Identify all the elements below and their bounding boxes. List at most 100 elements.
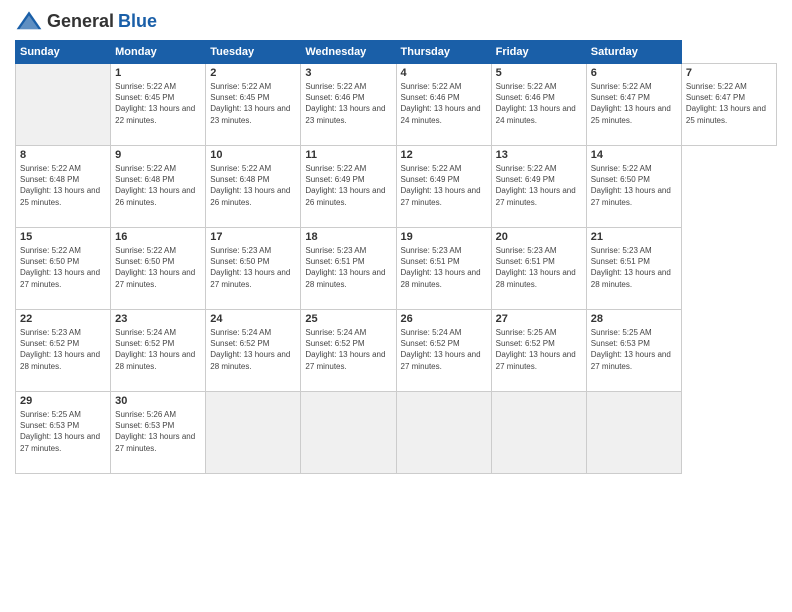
- calendar-cell: 8 Sunrise: 5:22 AMSunset: 6:48 PMDaylight…: [16, 146, 111, 228]
- day-number: 4: [401, 67, 487, 79]
- calendar-cell: 17 Sunrise: 5:23 AMSunset: 6:50 PMDayligh…: [206, 228, 301, 310]
- day-number: 6: [591, 67, 677, 79]
- calendar-cell: 15Sunrise: 5:22 AMSunset: 6:50 PMDayligh…: [16, 228, 111, 310]
- calendar-cell: 13 Sunrise: 5:22 AMSunset: 6:49 PMDayligh…: [491, 146, 586, 228]
- calendar-cell: 7 Sunrise: 5:22 AMSunset: 6:47 PMDaylight…: [681, 64, 776, 146]
- day-number: 27: [496, 313, 582, 325]
- day-number: 16: [115, 231, 201, 243]
- calendar-cell: 10 Sunrise: 5:22 AMSunset: 6:48 PMDayligh…: [206, 146, 301, 228]
- day-info: Sunrise: 5:22 AMSunset: 6:50 PMDaylight:…: [115, 245, 201, 290]
- calendar-cell: 2 Sunrise: 5:22 AMSunset: 6:45 PMDaylight…: [206, 64, 301, 146]
- weekday-header: Friday: [491, 41, 586, 64]
- calendar-cell: [491, 392, 586, 474]
- day-info: Sunrise: 5:22 AMSunset: 6:45 PMDaylight:…: [115, 81, 201, 126]
- day-info: Sunrise: 5:22 AMSunset: 6:48 PMDaylight:…: [115, 163, 201, 208]
- calendar-table: SundayMondayTuesdayWednesdayThursdayFrid…: [15, 40, 777, 474]
- day-number: 8: [20, 149, 106, 161]
- logo-general: General: [47, 11, 114, 32]
- day-info: Sunrise: 5:22 AMSunset: 6:47 PMDaylight:…: [591, 81, 677, 126]
- day-info: Sunrise: 5:22 AMSunset: 6:48 PMDaylight:…: [210, 163, 296, 208]
- day-number: 11: [305, 149, 391, 161]
- day-number: 14: [591, 149, 677, 161]
- day-info: Sunrise: 5:23 AMSunset: 6:51 PMDaylight:…: [305, 245, 391, 290]
- calendar-cell: 30 Sunrise: 5:26 AMSunset: 6:53 PMDayligh…: [111, 392, 206, 474]
- day-number: 7: [686, 67, 772, 79]
- day-info: Sunrise: 5:23 AMSunset: 6:51 PMDaylight:…: [401, 245, 487, 290]
- calendar-cell: 18 Sunrise: 5:23 AMSunset: 6:51 PMDayligh…: [301, 228, 396, 310]
- day-number: 21: [591, 231, 677, 243]
- day-info: Sunrise: 5:22 AMSunset: 6:49 PMDaylight:…: [305, 163, 391, 208]
- calendar-cell: [206, 392, 301, 474]
- calendar-cell: 21 Sunrise: 5:23 AMSunset: 6:51 PMDayligh…: [586, 228, 681, 310]
- calendar-cell: 26 Sunrise: 5:24 AMSunset: 6:52 PMDayligh…: [396, 310, 491, 392]
- day-number: 28: [591, 313, 677, 325]
- day-number: 25: [305, 313, 391, 325]
- weekday-header: Thursday: [396, 41, 491, 64]
- calendar-cell: 4 Sunrise: 5:22 AMSunset: 6:46 PMDaylight…: [396, 64, 491, 146]
- day-info: Sunrise: 5:26 AMSunset: 6:53 PMDaylight:…: [115, 409, 201, 454]
- calendar-cell: 20 Sunrise: 5:23 AMSunset: 6:51 PMDayligh…: [491, 228, 586, 310]
- calendar-cell: 25Sunrise: 5:24 AMSunset: 6:52 PMDayligh…: [301, 310, 396, 392]
- calendar-cell: 28 Sunrise: 5:25 AMSunset: 6:53 PMDayligh…: [586, 310, 681, 392]
- day-info: Sunrise: 5:24 AMSunset: 6:52 PMDaylight:…: [401, 327, 487, 372]
- day-number: 2: [210, 67, 296, 79]
- day-info: Sunrise: 5:22 AMSunset: 6:46 PMDaylight:…: [496, 81, 582, 126]
- day-info: Sunrise: 5:25 AMSunset: 6:52 PMDaylight:…: [496, 327, 582, 372]
- calendar-cell: 29 Sunrise: 5:25 AMSunset: 6:53 PMDayligh…: [16, 392, 111, 474]
- weekday-header: Wednesday: [301, 41, 396, 64]
- day-info: Sunrise: 5:24 AMSunset: 6:52 PMDaylight:…: [210, 327, 296, 372]
- day-info: Sunrise: 5:22 AMSunset: 6:46 PMDaylight:…: [401, 81, 487, 126]
- calendar-cell: 27 Sunrise: 5:25 AMSunset: 6:52 PMDayligh…: [491, 310, 586, 392]
- day-number: 26: [401, 313, 487, 325]
- day-number: 30: [115, 395, 201, 407]
- day-info: Sunrise: 5:22 AMSunset: 6:46 PMDaylight:…: [305, 81, 391, 126]
- day-number: 19: [401, 231, 487, 243]
- day-number: 10: [210, 149, 296, 161]
- day-info: Sunrise: 5:23 AMSunset: 6:50 PMDaylight:…: [210, 245, 296, 290]
- day-number: 20: [496, 231, 582, 243]
- logo-icon: [15, 10, 43, 32]
- day-info: Sunrise: 5:22 AMSunset: 6:45 PMDaylight:…: [210, 81, 296, 126]
- day-number: 17: [210, 231, 296, 243]
- day-info: Sunrise: 5:22 AMSunset: 6:48 PMDaylight:…: [20, 163, 106, 208]
- day-info: Sunrise: 5:23 AMSunset: 6:51 PMDaylight:…: [496, 245, 582, 290]
- day-number: 3: [305, 67, 391, 79]
- day-info: Sunrise: 5:22 AMSunset: 6:47 PMDaylight:…: [686, 81, 772, 126]
- calendar-cell: 9 Sunrise: 5:22 AMSunset: 6:48 PMDaylight…: [111, 146, 206, 228]
- day-number: 24: [210, 313, 296, 325]
- day-number: 22: [20, 313, 106, 325]
- day-number: 29: [20, 395, 106, 407]
- calendar-cell: 24 Sunrise: 5:24 AMSunset: 6:52 PMDayligh…: [206, 310, 301, 392]
- day-info: Sunrise: 5:24 AMSunset: 6:52 PMDaylight:…: [115, 327, 201, 372]
- calendar-cell: 14 Sunrise: 5:22 AMSunset: 6:50 PMDayligh…: [586, 146, 681, 228]
- day-number: 1: [115, 67, 201, 79]
- calendar-cell: 5Sunrise: 5:22 AMSunset: 6:46 PMDaylight…: [491, 64, 586, 146]
- calendar-cell: [301, 392, 396, 474]
- logo: GeneralBlue: [15, 10, 157, 32]
- logo-blue: Blue: [118, 11, 157, 32]
- day-info: Sunrise: 5:22 AMSunset: 6:50 PMDaylight:…: [20, 245, 106, 290]
- day-number: 9: [115, 149, 201, 161]
- day-number: 23: [115, 313, 201, 325]
- day-info: Sunrise: 5:23 AMSunset: 6:52 PMDaylight:…: [20, 327, 106, 372]
- day-info: Sunrise: 5:22 AMSunset: 6:49 PMDaylight:…: [496, 163, 582, 208]
- day-info: Sunrise: 5:22 AMSunset: 6:50 PMDaylight:…: [591, 163, 677, 208]
- calendar-cell: [586, 392, 681, 474]
- day-info: Sunrise: 5:25 AMSunset: 6:53 PMDaylight:…: [20, 409, 106, 454]
- weekday-header: Tuesday: [206, 41, 301, 64]
- calendar-cell: [16, 64, 111, 146]
- calendar-cell: 16 Sunrise: 5:22 AMSunset: 6:50 PMDayligh…: [111, 228, 206, 310]
- header: GeneralBlue: [15, 10, 777, 32]
- weekday-header: Saturday: [586, 41, 681, 64]
- calendar-cell: 6 Sunrise: 5:22 AMSunset: 6:47 PMDaylight…: [586, 64, 681, 146]
- calendar-cell: 19 Sunrise: 5:23 AMSunset: 6:51 PMDayligh…: [396, 228, 491, 310]
- page: GeneralBlue SundayMondayTuesdayWednesday…: [0, 0, 792, 612]
- day-number: 18: [305, 231, 391, 243]
- day-number: 13: [496, 149, 582, 161]
- day-info: Sunrise: 5:22 AMSunset: 6:49 PMDaylight:…: [401, 163, 487, 208]
- day-number: 12: [401, 149, 487, 161]
- day-info: Sunrise: 5:23 AMSunset: 6:51 PMDaylight:…: [591, 245, 677, 290]
- calendar-cell: 12 Sunrise: 5:22 AMSunset: 6:49 PMDayligh…: [396, 146, 491, 228]
- day-info: Sunrise: 5:25 AMSunset: 6:53 PMDaylight:…: [591, 327, 677, 372]
- calendar-cell: [396, 392, 491, 474]
